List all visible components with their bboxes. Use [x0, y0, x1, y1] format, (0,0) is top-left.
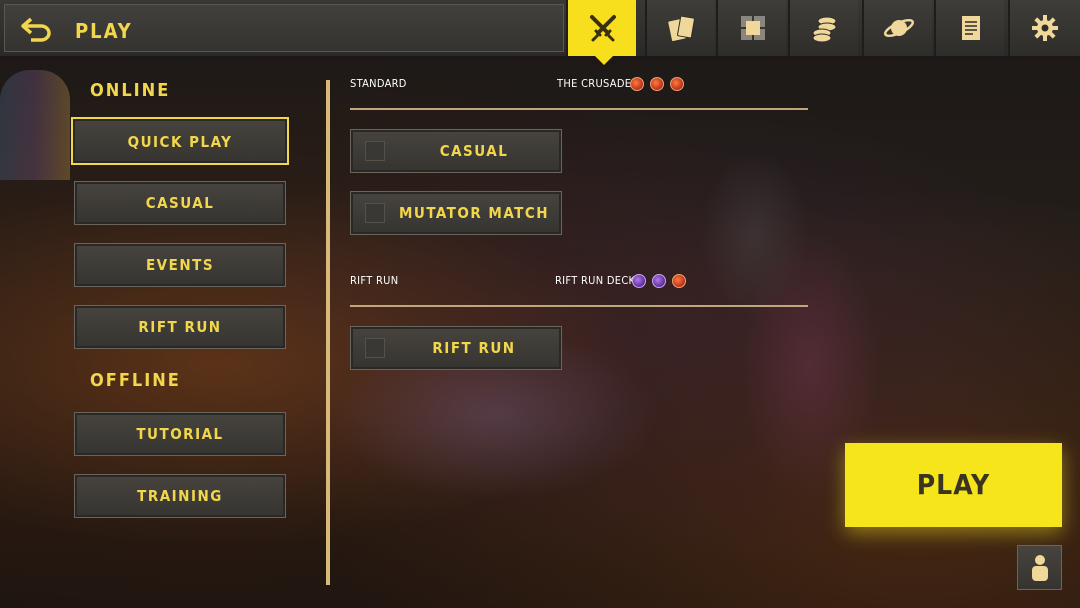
profile-button[interactable]: [1017, 545, 1062, 590]
tab-settings[interactable]: [1008, 0, 1080, 56]
tab-cards[interactable]: [645, 0, 715, 56]
back-arrow-icon: [21, 17, 51, 42]
background-figure: [700, 150, 810, 320]
standard-deck-name[interactable]: THE CRUSADE: [557, 77, 631, 90]
mode-casual-button[interactable]: CASUAL: [350, 129, 562, 173]
top-bar: PLAY: [0, 0, 1080, 65]
standard-divider: [350, 108, 808, 110]
mode-casual-label: CASUAL: [439, 142, 509, 160]
mode-mutator-match-label: MUTATOR MATCH: [398, 204, 550, 222]
scroll-icon: [962, 16, 980, 40]
tab-play[interactable]: [566, 0, 636, 65]
standard-label: STANDARD: [350, 77, 407, 90]
tab-shop[interactable]: [788, 0, 858, 56]
tab-world[interactable]: [862, 0, 932, 56]
mode-casual-checkbox[interactable]: [365, 141, 385, 161]
faction-red-icon: [630, 77, 644, 91]
faction-purple-icon: [652, 274, 666, 288]
nav-tutorial[interactable]: TUTORIAL: [74, 412, 286, 456]
nav-training[interactable]: TRAINING: [74, 474, 286, 518]
nav-events[interactable]: EVENTS: [74, 243, 286, 287]
rift-run-divider: [350, 305, 808, 307]
rift-run-label: RIFT RUN: [350, 274, 399, 287]
tab-decks[interactable]: [716, 0, 786, 56]
mode-mutator-match-button[interactable]: MUTATOR MATCH: [350, 191, 562, 235]
online-section-label: ONLINE: [90, 80, 171, 101]
page-title: PLAY: [75, 19, 133, 43]
faction-red-icon: [650, 77, 664, 91]
coins-icon: [812, 16, 837, 43]
nav-casual[interactable]: CASUAL: [74, 181, 286, 225]
nav-quick-play[interactable]: QUICK PLAY: [71, 117, 289, 165]
panel-divider: [326, 80, 330, 585]
planet-icon: [883, 18, 915, 38]
faction-purple-icon: [632, 274, 646, 288]
mode-rift-run-checkbox[interactable]: [365, 338, 385, 358]
cards-icon: [668, 15, 695, 42]
faction-red-icon: [672, 274, 686, 288]
mode-mutator-match-checkbox[interactable]: [365, 203, 385, 223]
stained-glass-window: [0, 70, 70, 180]
rift-run-deck-name[interactable]: RIFT RUN DECK: [555, 274, 635, 287]
tab-quests[interactable]: [934, 0, 1004, 56]
back-button[interactable]: PLAY: [4, 4, 564, 52]
nav-rift-run[interactable]: RIFT RUN: [74, 305, 286, 349]
mode-rift-run-button[interactable]: RIFT RUN: [350, 326, 562, 370]
deck-builder-icon: [741, 16, 765, 40]
profile-icon: [1032, 555, 1048, 581]
gear-icon: [1032, 15, 1058, 41]
mode-rift-run-label: RIFT RUN: [432, 339, 516, 357]
offline-section-label: OFFLINE: [90, 370, 181, 391]
faction-red-icon: [670, 77, 684, 91]
crossed-swords-icon: [590, 15, 616, 42]
play-button[interactable]: PLAY: [845, 443, 1062, 527]
